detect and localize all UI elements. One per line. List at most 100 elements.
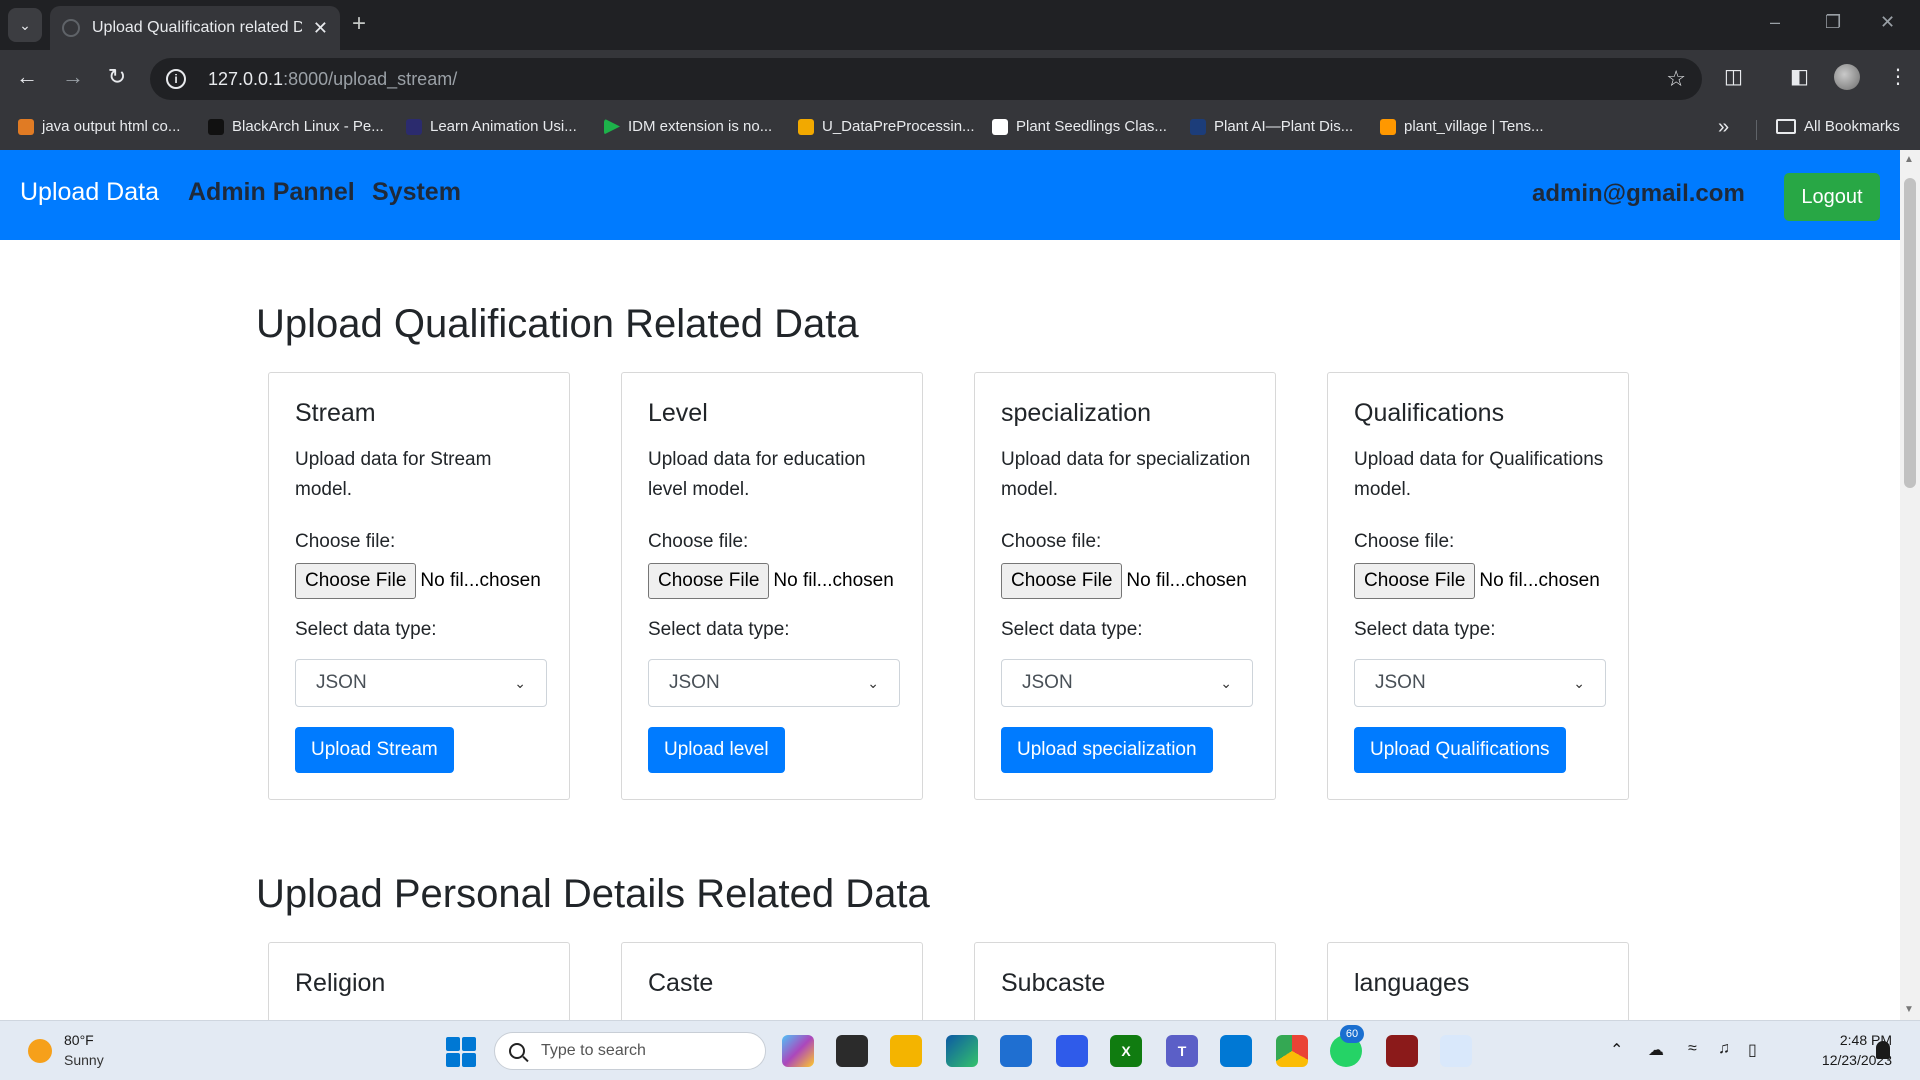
logout-button[interactable]: Logout xyxy=(1784,173,1880,221)
select-value: JSON xyxy=(1022,672,1073,693)
teams-icon[interactable]: T xyxy=(1166,1035,1198,1067)
nav-link-admin-pannel[interactable]: Admin Pannel xyxy=(188,178,355,207)
task-view-icon[interactable] xyxy=(836,1035,868,1067)
side-panel-icon[interactable]: ◧ xyxy=(1790,64,1809,89)
card-title: Level xyxy=(648,399,708,427)
start-windows-icon[interactable] xyxy=(446,1037,476,1067)
nav-link-system[interactable]: System xyxy=(372,178,461,207)
wifi-icon[interactable]: ≈ xyxy=(1688,1040,1697,1058)
brand-link[interactable]: Upload Data xyxy=(20,178,159,207)
file-input[interactable]: Choose File No fil...chosen xyxy=(1001,563,1247,599)
new-tab-plus-icon[interactable]: + xyxy=(352,10,366,38)
upload-card-caste: Caste xyxy=(621,942,923,1020)
file-status: No fil...chosen xyxy=(420,570,541,591)
upload-level-button[interactable]: Upload level xyxy=(648,727,785,773)
sun-weather-icon[interactable] xyxy=(28,1039,52,1063)
address-bar[interactable]: i 127.0.0.1 :8000/upload_stream/ ☆ xyxy=(150,58,1702,100)
menu-kebab-icon[interactable]: ⋮ xyxy=(1888,64,1908,89)
top-navbar: Upload Data Admin Pannel System admin@gm… xyxy=(0,150,1900,240)
bookmark-item[interactable]: IDM extension is no... xyxy=(604,118,772,135)
card-title: Subcaste xyxy=(1001,969,1106,997)
bookmark-item[interactable]: java output html co... xyxy=(18,118,180,135)
scroll-thumb[interactable] xyxy=(1904,178,1916,488)
choose-file-button[interactable]: Choose File xyxy=(648,563,770,599)
bookmark-favicon-icon xyxy=(208,118,224,135)
upload-stream-button[interactable]: Upload Stream xyxy=(295,727,454,773)
bookmark-item[interactable]: Plant AI—Plant Dis... xyxy=(1190,118,1353,135)
file-input[interactable]: Choose File No fil...chosen xyxy=(295,563,541,599)
minimize-icon[interactable]: – xyxy=(1770,12,1780,33)
bookmark-item[interactable]: Learn Animation Usi... xyxy=(406,118,577,135)
choose-file-label: Choose file: xyxy=(295,531,396,552)
window-close-icon[interactable]: ✕ xyxy=(1880,12,1895,33)
data-type-select[interactable]: JSON ⌄ xyxy=(1354,659,1606,707)
bookmark-item[interactable]: BlackArch Linux - Pe... xyxy=(208,118,384,135)
bookmark-item[interactable]: U_DataPreProcessin... xyxy=(798,118,975,135)
site-info-icon[interactable]: i xyxy=(166,69,186,89)
search-icon xyxy=(509,1043,525,1059)
reload-icon[interactable]: ↻ xyxy=(102,64,132,90)
volume-icon[interactable]: ♫ xyxy=(1718,1040,1730,1058)
chevron-down-icon: ⌄ xyxy=(867,674,879,691)
cloud-offline-icon[interactable]: ☁ xyxy=(1648,1040,1664,1060)
store-icon[interactable] xyxy=(1000,1035,1032,1067)
copilot-icon[interactable] xyxy=(782,1035,814,1067)
bookmark-favicon-icon xyxy=(18,118,34,135)
chevron-down-icon: ⌄ xyxy=(1573,674,1585,691)
upload-specialization-button[interactable]: Upload specialization xyxy=(1001,727,1213,773)
tray-chevron-up-icon[interactable]: ⌃ xyxy=(1610,1040,1623,1060)
file-input[interactable]: Choose File No fil...chosen xyxy=(1354,563,1600,599)
bookmarks-bar: java output html co... BlackArch Linux -… xyxy=(0,108,1920,150)
forward-arrow-icon[interactable]: → xyxy=(58,64,88,90)
section-title-personal-details: Upload Personal Details Related Data xyxy=(256,872,930,916)
all-bookmarks-button[interactable]: All Bookmarks xyxy=(1776,118,1900,135)
chevron-down-icon: ⌄ xyxy=(1220,674,1232,691)
chrome-icon[interactable] xyxy=(1276,1035,1308,1067)
card-description: Upload data for Stream model. xyxy=(295,449,492,500)
vscode-icon[interactable] xyxy=(1220,1035,1252,1067)
tab-search-chevron-icon[interactable]: ⌄ xyxy=(8,8,42,42)
restore-icon[interactable]: ❐ xyxy=(1825,12,1841,33)
file-explorer-icon[interactable] xyxy=(890,1035,922,1067)
browser-tab[interactable]: Upload Qualification related Da ✕ xyxy=(50,6,340,50)
card-description: Upload data for Qualifications model. xyxy=(1354,449,1604,500)
bookmark-favicon-icon xyxy=(798,118,814,135)
upload-qualifications-button[interactable]: Upload Qualifications xyxy=(1354,727,1566,773)
choose-file-button[interactable]: Choose File xyxy=(295,563,417,599)
winrar-icon[interactable] xyxy=(1386,1035,1418,1067)
whatsapp-badge: 60 xyxy=(1340,1025,1364,1043)
data-type-select[interactable]: JSON ⌄ xyxy=(295,659,547,707)
bookmark-item[interactable]: Plant Seedlings Clas... xyxy=(992,118,1167,135)
edge-icon[interactable] xyxy=(946,1035,978,1067)
data-type-label: Select data type: xyxy=(648,619,790,640)
battery-icon[interactable]: ▯ xyxy=(1748,1040,1757,1060)
url-path: :8000/upload_stream/ xyxy=(283,68,458,89)
tab-close-icon[interactable]: ✕ xyxy=(313,18,328,39)
data-type-select[interactable]: JSON ⌄ xyxy=(648,659,900,707)
data-type-select[interactable]: JSON ⌄ xyxy=(1001,659,1253,707)
file-input[interactable]: Choose File No fil...chosen xyxy=(648,563,894,599)
bookmark-favicon-icon xyxy=(1380,118,1396,135)
choose-file-button[interactable]: Choose File xyxy=(1001,563,1123,599)
choose-file-button[interactable]: Choose File xyxy=(1354,563,1476,599)
visual-studio-icon[interactable] xyxy=(1056,1035,1088,1067)
notification-bell-icon[interactable] xyxy=(1876,1041,1890,1059)
bookmark-item[interactable]: plant_village | Tens... xyxy=(1380,118,1544,135)
extensions-puzzle-icon[interactable]: ◫ xyxy=(1724,64,1743,89)
more-bookmarks-chevron-icon[interactable]: » xyxy=(1718,116,1729,139)
snipping-tool-icon[interactable] xyxy=(1440,1035,1472,1067)
bookmark-star-icon[interactable]: ☆ xyxy=(1666,66,1686,92)
file-status: No fil...chosen xyxy=(773,570,894,591)
page-scrollbar[interactable]: ▲ ▼ xyxy=(1900,150,1920,1020)
profile-avatar[interactable] xyxy=(1834,64,1860,90)
chevron-down-icon: ⌄ xyxy=(514,674,526,691)
xbox-icon[interactable]: X xyxy=(1110,1035,1142,1067)
back-arrow-icon[interactable]: ← xyxy=(12,64,42,90)
tab-title: Upload Qualification related Da xyxy=(92,19,302,36)
taskbar-search[interactable]: Type to search xyxy=(494,1032,766,1070)
upload-card-subcaste: Subcaste xyxy=(974,942,1276,1020)
bookmarks-divider xyxy=(1756,120,1757,140)
scroll-up-arrow-icon[interactable]: ▲ xyxy=(1904,154,1914,165)
scroll-down-arrow-icon[interactable]: ▼ xyxy=(1904,1004,1914,1015)
user-email: admin@gmail.com xyxy=(1532,180,1745,207)
